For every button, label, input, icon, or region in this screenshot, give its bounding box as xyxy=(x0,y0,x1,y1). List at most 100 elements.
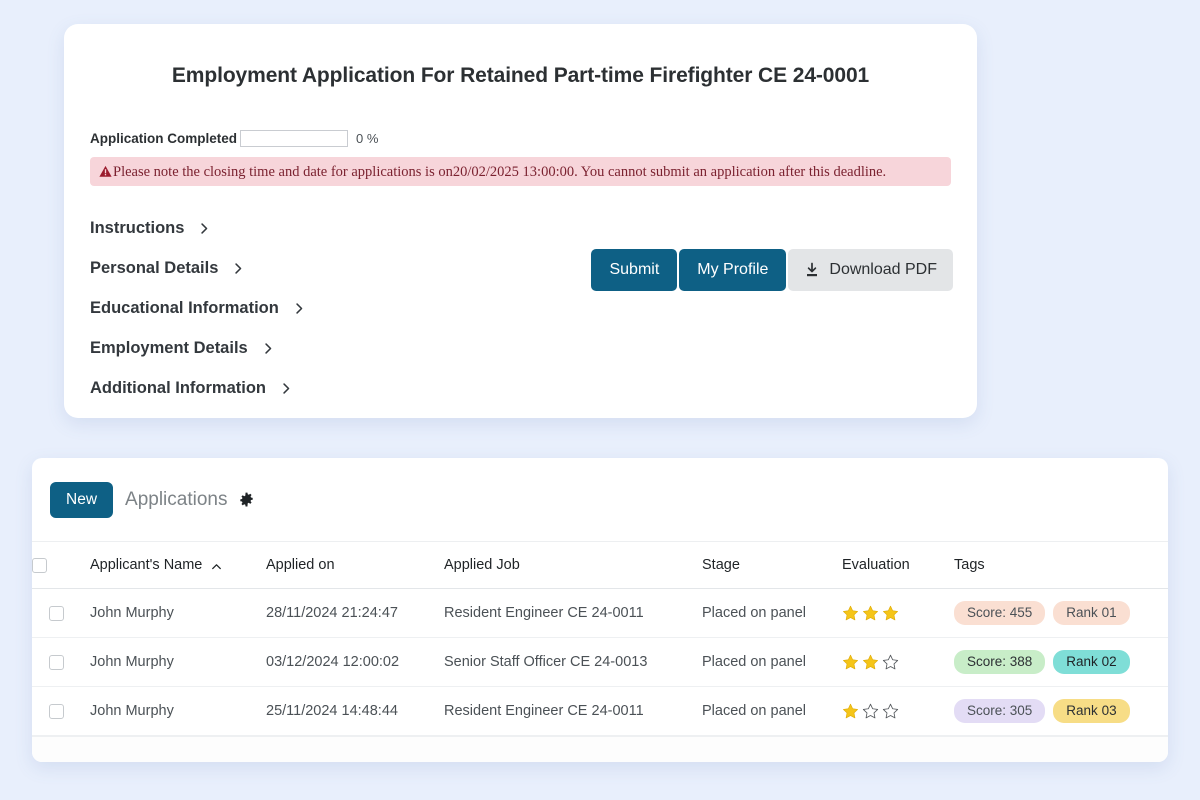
stage-text: Placed on panel xyxy=(702,654,806,670)
star-rating[interactable] xyxy=(832,654,944,671)
cell-tags: Score: 455 Rank 01 xyxy=(944,588,1168,638)
star-rating[interactable] xyxy=(832,703,944,720)
column-applied-on[interactable]: Applied on xyxy=(256,541,434,589)
applicant-name-text: John Murphy xyxy=(90,703,174,719)
download-pdf-button[interactable]: Download PDF xyxy=(788,249,953,291)
chevron-right-icon xyxy=(293,302,306,315)
section-instructions[interactable]: Instructions xyxy=(90,208,610,248)
row-select-cell xyxy=(32,637,80,687)
section-label: Instructions xyxy=(90,218,185,237)
table-header-row: Applicant's Name Applied on Applied Job … xyxy=(32,541,1168,589)
table-body: John Murphy 28/11/2024 21:24:47 Resident… xyxy=(32,588,1168,736)
column-label: Tags xyxy=(954,557,985,573)
column-applicants-name[interactable]: Applicant's Name xyxy=(80,541,256,589)
score-tag[interactable]: Score: 305 xyxy=(954,698,1046,724)
deadline-alert: Please note the closing time and date fo… xyxy=(90,157,951,186)
alert-text-wrap: Please note the closing time and date fo… xyxy=(99,163,886,180)
applications-title: Applications xyxy=(125,488,228,510)
my-profile-button[interactable]: My Profile xyxy=(679,249,787,291)
applied-on-text: 25/11/2024 14:48:44 xyxy=(266,703,398,719)
column-select-all xyxy=(32,541,80,589)
applied-on-text: 03/12/2024 12:00:02 xyxy=(266,654,400,670)
chevron-right-icon xyxy=(198,222,211,235)
column-stage[interactable]: Stage xyxy=(692,541,832,589)
row-checkbox[interactable] xyxy=(48,703,64,719)
applications-table: Applicant's Name Applied on Applied Job … xyxy=(32,541,1168,736)
column-label: Stage xyxy=(702,557,740,573)
column-applied-job[interactable]: Applied Job xyxy=(434,541,692,589)
tag-list: Score: 388 Rank 02 xyxy=(944,649,1168,675)
cell-evaluation xyxy=(832,686,944,736)
tag-list: Score: 305 Rank 03 xyxy=(944,698,1168,724)
stage-text: Placed on panel xyxy=(702,605,806,621)
rank-tag[interactable]: Rank 01 xyxy=(1053,600,1130,626)
rank-tag[interactable]: Rank 02 xyxy=(1053,649,1130,675)
chevron-up-icon xyxy=(211,560,222,571)
star-icon-filled[interactable] xyxy=(862,605,879,622)
table-footer xyxy=(32,736,1168,762)
cell-evaluation xyxy=(832,588,944,638)
cell-applicant-name: John Murphy xyxy=(80,686,256,736)
submit-button[interactable]: Submit xyxy=(591,249,678,291)
cell-stage: Placed on panel xyxy=(692,588,832,638)
stage-text: Placed on panel xyxy=(702,703,806,719)
cell-applied-job: Senior Staff Officer CE 24-0013 xyxy=(434,637,692,687)
cell-tags: Score: 388 Rank 02 xyxy=(944,637,1168,687)
cell-applicant-name: John Murphy xyxy=(80,588,256,638)
section-personal-details[interactable]: Personal Details xyxy=(90,248,610,288)
cell-applied-on: 25/11/2024 14:48:44 xyxy=(256,686,434,736)
table-header: Applicant's Name Applied on Applied Job … xyxy=(32,541,1168,589)
cell-applied-job: Resident Engineer CE 24-0011 xyxy=(434,686,692,736)
page-title: Employment Application For Retained Part… xyxy=(171,64,870,87)
star-icon-filled[interactable] xyxy=(842,703,859,720)
row-checkbox[interactable] xyxy=(48,605,64,621)
section-label: Additional Information xyxy=(90,378,266,397)
tag-list: Score: 455 Rank 01 xyxy=(944,600,1168,626)
star-icon-filled[interactable] xyxy=(862,654,879,671)
warning-triangle-icon xyxy=(99,165,112,178)
star-rating[interactable] xyxy=(832,605,944,622)
row-checkbox[interactable] xyxy=(48,654,64,670)
applications-card: New Applications Applicant's Name Applie… xyxy=(32,458,1168,762)
score-tag[interactable]: Score: 388 xyxy=(954,649,1046,675)
star-icon-empty[interactable] xyxy=(862,703,879,720)
applications-header: New Applications xyxy=(32,458,1168,541)
star-icon-empty[interactable] xyxy=(882,654,899,671)
progress-percent: 0 % xyxy=(356,131,379,146)
star-icon-filled[interactable] xyxy=(882,605,899,622)
cell-tags: Score: 305 Rank 03 xyxy=(944,686,1168,736)
star-icon-filled[interactable] xyxy=(842,654,859,671)
cell-evaluation xyxy=(832,637,944,687)
column-label: Evaluation xyxy=(842,557,910,573)
applicant-name-text: John Murphy xyxy=(90,605,174,621)
section-employment-details[interactable]: Employment Details xyxy=(90,328,610,368)
select-all-checkbox[interactable] xyxy=(32,557,47,573)
rank-tag[interactable]: Rank 03 xyxy=(1053,698,1130,724)
cell-applied-on: 03/12/2024 12:00:02 xyxy=(256,637,434,687)
application-progress: Application Completed 0 % xyxy=(90,130,378,147)
application-sections: Instructions Personal Details Educationa… xyxy=(90,208,610,408)
table-row[interactable]: John Murphy 25/11/2024 14:48:44 Resident… xyxy=(32,686,1168,736)
star-icon-empty[interactable] xyxy=(882,703,899,720)
progress-bar xyxy=(240,130,349,147)
row-select-cell xyxy=(32,686,80,736)
application-actions: Submit My Profile Download PDF xyxy=(591,249,953,291)
application-card: Employment Application For Retained Part… xyxy=(64,24,977,418)
cell-applied-job: Resident Engineer CE 24-0011 xyxy=(434,588,692,638)
gear-icon[interactable] xyxy=(239,492,254,507)
section-label: Educational Information xyxy=(90,298,279,317)
column-tags[interactable]: Tags xyxy=(944,541,1168,589)
column-evaluation[interactable]: Evaluation xyxy=(832,541,944,589)
applied-job-text: Resident Engineer CE 24-0011 xyxy=(444,703,644,719)
table-row[interactable]: John Murphy 03/12/2024 12:00:02 Senior S… xyxy=(32,637,1168,687)
section-educational-information[interactable]: Educational Information xyxy=(90,288,610,328)
new-button[interactable]: New xyxy=(50,481,114,518)
star-icon-filled[interactable] xyxy=(842,605,859,622)
progress-label: Application Completed xyxy=(90,131,238,146)
alert-message: Please note the closing time and date fo… xyxy=(113,164,887,181)
section-additional-information[interactable]: Additional Information xyxy=(90,368,610,408)
cell-applied-on: 28/11/2024 21:24:47 xyxy=(256,588,434,638)
section-label: Employment Details xyxy=(90,338,248,357)
table-row[interactable]: John Murphy 28/11/2024 21:24:47 Resident… xyxy=(32,588,1168,638)
score-tag[interactable]: Score: 455 xyxy=(954,600,1046,626)
